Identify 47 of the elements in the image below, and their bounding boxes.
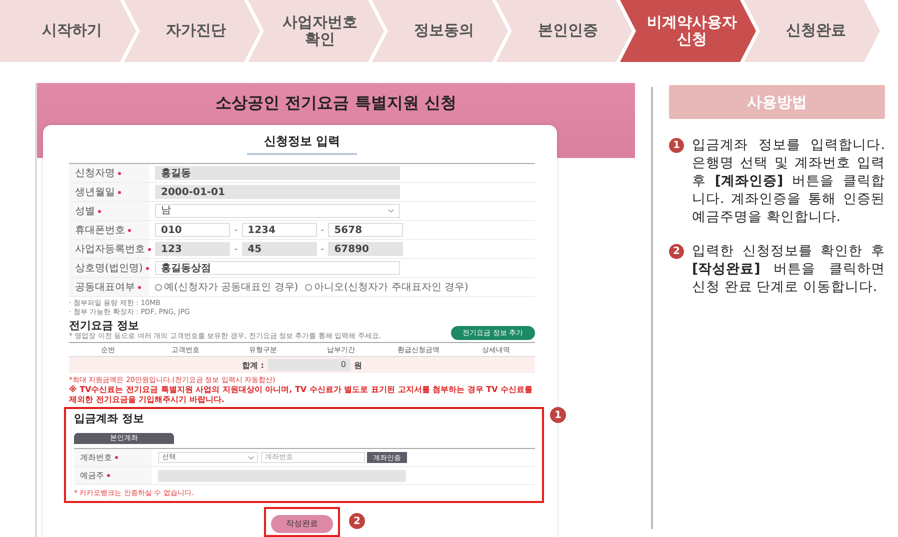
chevron-icon — [248, 456, 254, 460]
callout-badge: 1 — [550, 407, 566, 423]
guide-text: 입력한 신청정보를 확인한 후 [작성완료] 버튼을 클릭하면 신청 완료 단계로 이동합니다. — [692, 242, 885, 296]
step-tab[interactable]: 비계약사용자 신청 — [620, 0, 756, 62]
field-label: 예금주 — [80, 470, 104, 481]
separator-text: - — [234, 244, 238, 254]
step-tab[interactable]: 시작하기 — [0, 0, 136, 62]
step-number: 2 — [669, 244, 684, 259]
section-title: 입금계좌 정보 — [74, 413, 145, 425]
field-label: 생년월일 — [75, 186, 115, 199]
step-tab[interactable]: 정보동의 — [372, 0, 508, 62]
section-title: 신청정보 입력 — [247, 133, 357, 155]
separator-text: - — [320, 244, 324, 254]
field-label: 계좌번호 — [80, 452, 112, 463]
callout-badge: 2 — [349, 513, 365, 529]
notice-text: ※ TV수신료는 전기요금 특별지원 사업의 지원대상이 아니며, TV 수신료가 별도로 표기된 고지서를 첨부하는 경우 TV 수신료를 제외한 전기요금을 기입해주시기 바랍니다. — [69, 385, 534, 405]
page-title: 소상공인 전기요금 특별지원 신청 — [216, 93, 456, 113]
chevron-icon — [388, 209, 394, 213]
field-label: 공동대표여부 — [75, 281, 135, 294]
step-tab[interactable]: 사업자번호 확인 — [248, 0, 384, 62]
total-field: 0 — [268, 359, 350, 371]
guide-text: 입금계좌 정보를 입력합니다. 은행명 선택 및 계좌번호 입력 후 [계좌인증] 버튼을 클릭합니다. 계좌인증을 통해 인증된 예금주명을 확인합니다. — [692, 136, 885, 226]
select-field[interactable]: 남 — [155, 204, 400, 218]
step-tab[interactable]: 신청완료 — [744, 0, 880, 62]
guide-title: 사용방법 — [669, 85, 885, 119]
separator-text: - — [234, 224, 238, 236]
field-label: 휴대폰번호 — [75, 224, 125, 237]
required-mark — [115, 456, 118, 459]
total-label: 합계 : — [242, 360, 264, 370]
radio-option[interactable]: 아니오(신청자가 주대표자인 경우) — [305, 280, 468, 294]
field-label: 상호명(법인명) — [75, 262, 143, 275]
section-title: 전기요금 정보 — [69, 320, 140, 332]
text-field[interactable]: 010 — [155, 223, 230, 237]
text-field[interactable]: 5678 — [328, 223, 404, 237]
field-label: 신청자명 — [75, 167, 115, 180]
separator-text: - — [320, 224, 324, 236]
field-label: 성별 — [75, 205, 95, 218]
field-label: 사업자등록번호 — [75, 243, 145, 256]
required-mark — [107, 474, 110, 477]
step-number: 1 — [669, 138, 684, 153]
unit-text: 원 — [354, 360, 362, 370]
radio-option[interactable]: 예(신청자가 공동대표인 경우) — [155, 280, 298, 294]
submit-button[interactable]: 작성완료 — [271, 514, 333, 532]
step-tab[interactable]: 자가진단 — [124, 0, 260, 62]
step-tab[interactable]: 본인인증 — [496, 0, 632, 62]
text-field[interactable]: 홍길동상점 — [155, 261, 400, 275]
text-field[interactable]: 1234 — [242, 223, 317, 237]
